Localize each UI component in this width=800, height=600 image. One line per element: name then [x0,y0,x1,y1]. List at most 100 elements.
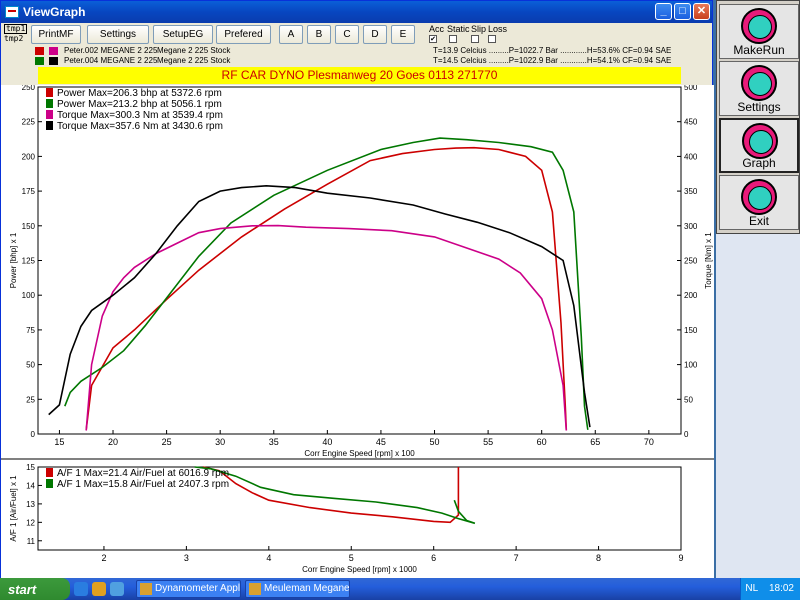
tmp2-button[interactable]: tmp2 [4,35,23,43]
y-axis-label: A/F 1 [Air/Fuel] x 1 [9,475,18,542]
y-tick-label: 250 [22,85,36,92]
run-color-swatch [35,47,44,55]
window-title: ViewGraph [23,5,86,19]
circle-icon [741,8,777,44]
language-indicator[interactable]: NL [745,583,758,594]
x-tick-label: 30 [215,437,225,447]
prefered-button[interactable]: Prefered [216,25,271,44]
y2-tick-label: 200 [684,291,698,300]
task-meuleman[interactable]: Meuleman Megane 11... [245,580,350,598]
task-dynamometer[interactable]: Dynamometer Applica... [136,580,241,598]
viewgraph-window: ViewGraph _ □ ✕ tmp1 tmp2 PrintMF Settin… [0,0,714,579]
legend-label: Torque Max=300.3 Nm at 3539.4 rpm [57,110,223,121]
folder-icon[interactable] [92,582,106,596]
y-tick-label: 0 [31,430,36,439]
run-c-button[interactable]: C [335,25,359,44]
plot-frame [37,86,682,435]
acc-label: Acc [429,24,445,34]
x-tick-label: 50 [430,437,440,447]
y-tick-label: 14 [26,481,35,490]
run-row[interactable]: Peter.002 MEGANE 2 225 Megane 2 225 Stoc… [31,46,711,56]
y2-tick-label: 500 [684,85,698,92]
x-tick-label: 65 [590,437,600,447]
minimize-button[interactable]: _ [655,3,672,20]
toolbar: tmp1 tmp2 PrintMF Settings SetupEG Prefe… [1,23,712,45]
run-row[interactable]: Peter.004 MEGANE 2 225 Megane 2 225 Stoc… [31,56,711,66]
acc-checkbox[interactable]: ✔ [429,35,437,43]
y2-tick-label: 0 [684,430,689,439]
legend-label: Power Max=206.3 bhp at 5372.6 rpm [57,88,222,99]
run-e-button[interactable]: E [391,25,415,44]
circle-icon [741,65,777,101]
y2-tick-label: 250 [684,257,698,266]
x-tick-label: 55 [483,437,493,447]
static-label: Static [447,24,470,34]
legend-swatch [46,479,53,488]
run-color-swatch [35,57,44,65]
run-color-swatch [49,57,58,65]
graph-label: Graph [742,156,776,170]
loss-checkbox[interactable] [488,35,496,43]
run-b-button[interactable]: B [307,25,331,44]
ie-icon[interactable] [74,582,88,596]
run-desc: Megane 2 225 Stock [157,56,231,65]
y2-tick-label: 100 [684,361,698,370]
run-color-swatch [49,47,58,55]
make-run-button[interactable]: MakeRun [719,4,799,59]
y2-tick-label: 450 [684,118,698,127]
x-tick-label: 60 [537,437,547,447]
x-tick-label: 7 [514,553,519,563]
y-tick-label: 13 [26,500,35,509]
settings-button[interactable]: Settings [87,25,149,44]
circle-icon [741,179,777,215]
x-tick-label: 2 [101,553,106,563]
x-tick-label: 20 [108,437,118,447]
print-mf-button[interactable]: PrintMF [31,25,81,44]
legend-swatch [46,468,53,477]
static-checkbox[interactable] [449,35,457,43]
y-tick-label: 225 [22,118,36,127]
run-conditions: T=14.5 Celcius .........P=1022.9 Bar ...… [433,56,672,65]
slip-checkbox[interactable] [471,35,479,43]
app-icon [5,6,19,18]
exit-button[interactable]: Exit [719,175,799,230]
maximize-button[interactable]: □ [674,3,691,20]
y2-tick-label: 300 [684,222,698,231]
legend-swatch [46,110,53,119]
control-panel: MakeRun Settings Graph Exit [716,0,800,234]
x-tick-label: 35 [269,437,279,447]
y-tick-label: 11 [27,537,36,546]
x-tick-label: 9 [678,553,683,563]
y-tick-label: 50 [26,361,35,370]
y-tick-label: 200 [22,152,36,161]
y2-tick-label: 400 [684,152,698,161]
run-desc: Megane 2 225 Stock [157,46,231,55]
x-tick-label: 5 [349,553,354,563]
close-button[interactable]: ✕ [693,3,710,20]
dyno-banner: RF CAR DYNO Plesmanweg 20 Goes 0113 2717… [38,67,681,84]
run-name: Peter.002 MEGANE 2 225 [64,46,158,55]
x-tick-label: 40 [322,437,332,447]
x-tick-label: 6 [431,553,436,563]
taskbar: start Dynamometer Applica... Meuleman Me… [0,578,800,600]
x-tick-label: 70 [644,437,654,447]
run-d-button[interactable]: D [363,25,387,44]
legend-label: Power Max=213.2 bhp at 5056.1 rpm [57,99,222,110]
settings-panel-button[interactable]: Settings [719,61,799,116]
run-a-button[interactable]: A [279,25,303,44]
y-tick-label: 12 [26,518,35,527]
run-name: Peter.004 MEGANE 2 225 [64,56,158,65]
x-tick-label: 3 [184,553,189,563]
graph-button[interactable]: Graph [719,118,799,173]
tmp1-button[interactable]: tmp1 [4,24,28,34]
x-tick-label: 4 [266,553,271,563]
y2-tick-label: 50 [684,395,693,404]
start-button[interactable]: start [0,578,70,600]
chart-area: 15 20 25 30 35 40 45 50 55 60 65 70 0 25 50 75 100 125 150… [1,83,714,579]
y2-tick-label: 350 [684,187,698,196]
desktop-icon[interactable] [110,582,124,596]
x-axis-label: Corr Engine Speed [rpm] x 1000 [302,565,417,574]
y-tick-label: 75 [26,326,35,335]
loss-label: Loss [488,24,508,34]
setup-eg-button[interactable]: SetupEG [153,25,213,44]
